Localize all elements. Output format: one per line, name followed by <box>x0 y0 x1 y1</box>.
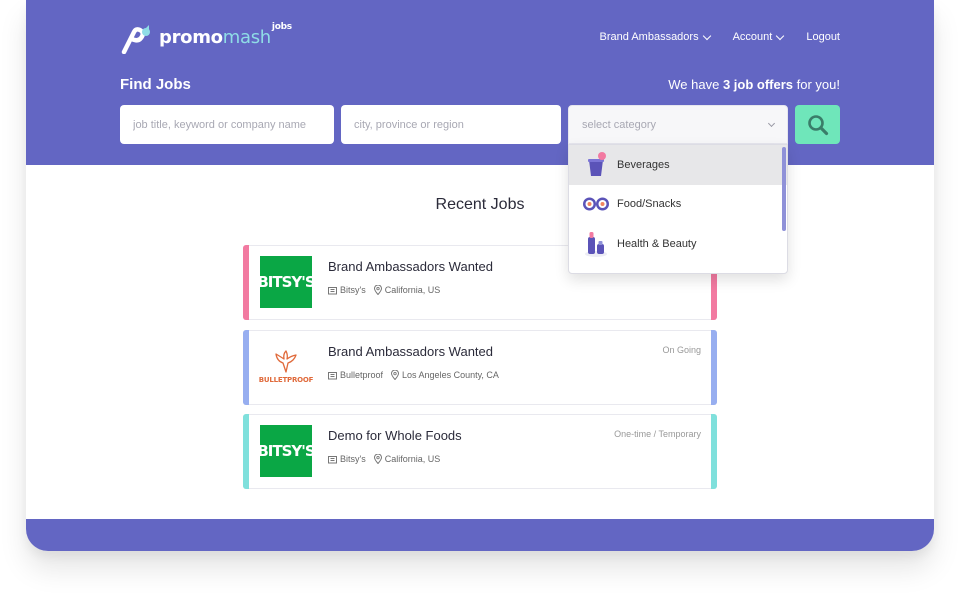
job-meta: Bulletproof Los Angeles County, CA <box>328 370 499 380</box>
chevron-down-icon <box>702 31 711 40</box>
dropdown-scrollbar[interactable] <box>782 147 786 231</box>
footer-band <box>26 519 934 551</box>
category-option-label: Beverages <box>617 158 670 171</box>
logo-mash-text: mash <box>222 27 271 48</box>
find-jobs-title: Find Jobs <box>120 76 191 93</box>
location-pin-icon <box>373 454 382 464</box>
keyword-search-input[interactable] <box>120 105 334 144</box>
card-accent-bar <box>243 245 249 320</box>
cosmetics-icon <box>585 231 607 257</box>
nav-label: Account <box>732 31 773 43</box>
card-accent-bar <box>711 330 717 405</box>
category-dropdown: Beverages Food/Snacks Health & Beauty <box>568 144 788 274</box>
location-pin-icon <box>373 285 382 295</box>
category-option-food-snacks[interactable]: Food/Snacks <box>569 185 787 225</box>
category-option-label: Health & Beauty <box>617 237 697 250</box>
company-name: Bitsy's <box>340 454 366 464</box>
company-logo: BULLETPROOF <box>258 341 314 393</box>
bulletproof-bird-icon <box>275 350 297 373</box>
sushi-icon <box>583 197 609 211</box>
nav-account[interactable]: Account <box>732 31 785 43</box>
app-window: promomashjobs Brand Ambassadors Account … <box>26 0 934 551</box>
bulletproof-logo-text: BULLETPROOF <box>258 376 314 384</box>
recent-jobs-title: Recent Jobs <box>435 196 525 213</box>
category-option-beverages[interactable]: Beverages <box>569 145 787 185</box>
nav-label: Brand Ambassadors <box>599 31 699 43</box>
category-option-health-beauty[interactable]: Health & Beauty <box>569 224 787 264</box>
job-location: Los Angeles County, CA <box>402 370 499 380</box>
location-pin-icon <box>391 370 400 380</box>
logo-promo-text: promo <box>159 27 223 48</box>
nav-logout[interactable]: Logout <box>806 31 840 43</box>
chevron-down-icon <box>767 119 776 127</box>
top-nav: Brand Ambassadors Account Logout <box>600 31 840 43</box>
location-input[interactable] <box>341 105 561 144</box>
beverage-cup-icon <box>588 151 606 176</box>
job-type: One-time / Temporary <box>614 429 701 439</box>
category-select[interactable]: select category <box>568 105 788 144</box>
company-logo: BITSY'S <box>257 256 316 308</box>
offers-suffix: for you! <box>793 77 840 92</box>
offers-prefix: We have <box>668 77 723 92</box>
job-title: Brand Ambassadors Wanted <box>328 259 493 274</box>
job-offers-count: We have 3 job offers for you! <box>668 77 840 92</box>
building-icon <box>328 455 337 463</box>
company-name: Bitsy's <box>340 285 366 295</box>
building-icon <box>328 371 337 379</box>
job-meta: Bitsy's California, US <box>328 454 440 464</box>
card-accent-bar <box>243 330 249 405</box>
search-button[interactable] <box>795 105 840 144</box>
job-card[interactable]: BULLETPROOF Brand Ambassadors Wanted Bul… <box>243 330 717 405</box>
company-logo: BITSY'S <box>257 425 316 477</box>
job-location: California, US <box>384 454 441 464</box>
job-location: California, US <box>384 285 441 295</box>
search-icon <box>807 114 828 135</box>
nav-label: Logout <box>806 31 840 43</box>
promomash-logo[interactable]: promomashjobs <box>120 22 292 55</box>
logo-jobs-text: jobs <box>271 22 292 32</box>
category-select-placeholder: select category <box>582 118 656 131</box>
job-card[interactable]: BITSY'S Demo for Whole Foods Bitsy's Cal… <box>243 414 717 489</box>
card-accent-bar <box>243 414 249 489</box>
card-accent-bar <box>711 414 717 489</box>
job-title: Demo for Whole Foods <box>328 428 462 443</box>
nav-brand-ambassadors[interactable]: Brand Ambassadors <box>599 31 711 43</box>
job-type: On Going <box>662 345 701 355</box>
building-icon <box>328 286 337 294</box>
job-title: Brand Ambassadors Wanted <box>328 344 493 359</box>
job-meta: Bitsy's California, US <box>328 285 440 295</box>
offers-count: 3 job offers <box>722 77 794 92</box>
company-name: Bulletproof <box>340 370 384 380</box>
logo-mark-icon <box>120 24 156 55</box>
header: promomashjobs Brand Ambassadors Account … <box>26 0 934 165</box>
chevron-down-icon <box>776 31 785 40</box>
category-option-label: Food/Snacks <box>617 198 682 211</box>
